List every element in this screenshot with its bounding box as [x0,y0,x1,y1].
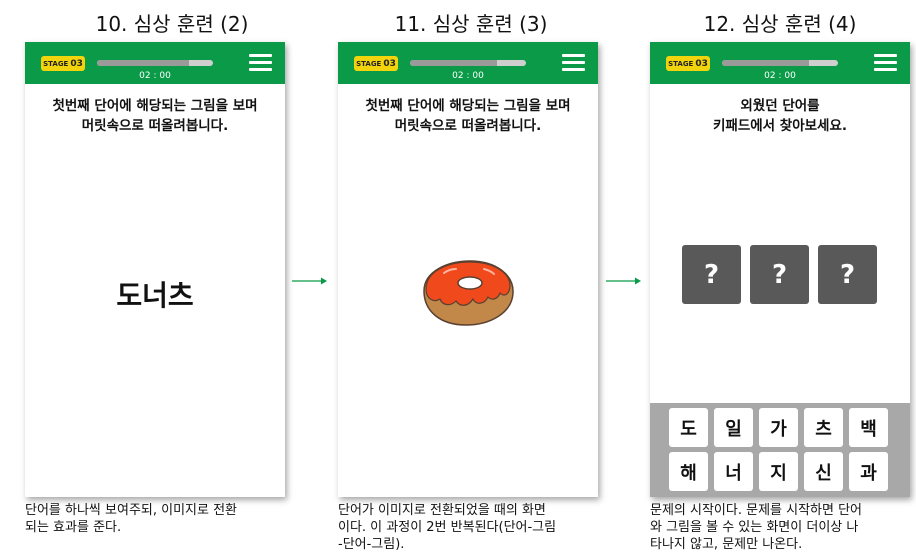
instruction-line-1: 첫번째 단어에 해당되는 그림을 보며 [52,98,258,114]
caption-line: 되는 효과를 준다. [25,520,122,535]
arrow-right-icon [606,277,641,285]
keypad-key[interactable]: 지 [759,452,798,491]
caption-line: 단어가 이미지로 전환되었을 때의 화면 [338,503,546,518]
instruction-text: 첫번째 단어에 해당되는 그림을 보며 머릿속으로 떠올려봅니다. [25,96,285,136]
answer-slots: ? ? ? [682,245,877,304]
caption-11: 단어가 이미지로 전환되었을 때의 화면 이다. 이 과정이 2번 반복된다(단… [338,502,600,553]
progress-fill [722,60,809,66]
phone-screen-word: STAGE 03 02 : 00 첫번째 단어에 해당되는 그림을 보며 머릿속… [25,42,285,497]
caption-line: 와 그림을 볼 수 있는 화면이 더이상 나 [650,520,859,535]
hamburger-menu-icon[interactable] [562,54,585,71]
top-bar: STAGE 03 02 : 00 [650,42,910,84]
answer-slot[interactable]: ? [818,245,877,304]
stage-label: STAGE [668,59,694,68]
panel-title-11: 11. 심상 훈련 (3) [394,12,548,36]
keypad-key[interactable]: 해 [669,452,708,491]
progress-fill [97,60,189,66]
keypad-key[interactable]: 백 [849,408,888,447]
top-bar: STAGE 03 02 : 00 [25,42,285,84]
letter-keypad: 도 일 가 츠 백 해 너 지 신 과 [650,403,910,497]
answer-slot[interactable]: ? [682,245,741,304]
hamburger-menu-icon[interactable] [874,54,897,71]
timer-text: 02 : 00 [764,71,796,81]
timer-progress-bar [97,60,213,66]
stage-number: 03 [383,58,396,69]
timer-progress-bar [722,60,838,66]
instruction-text: 첫번째 단어에 해당되는 그림을 보며 머릿속으로 떠올려봅니다. [338,96,598,136]
timer-text: 02 : 00 [452,71,484,81]
instruction-line-1: 첫번째 단어에 해당되는 그림을 보며 [365,98,571,114]
timer-progress-bar [410,60,526,66]
panel-title-10: 10. 심상 훈련 (2) [95,12,249,36]
arrow-right-icon [292,277,327,285]
panel-title-12: 12. 심상 훈련 (4) [703,12,857,36]
keypad-key[interactable]: 너 [714,452,753,491]
keypad-key[interactable]: 도 [669,408,708,447]
instruction-line-2: 머릿속으로 떠올려봅니다. [81,118,229,134]
caption-line: 이다. 이 과정이 2번 반복된다(단어-그림 [338,520,557,535]
stage-number: 03 [695,58,708,69]
stage-number: 03 [70,58,83,69]
keypad-key[interactable]: 신 [804,452,843,491]
phone-screen-quiz: STAGE 03 02 : 00 외웠던 단어를 키패드에서 찾아보세요. ? … [650,42,910,497]
donut-icon [423,260,514,326]
timer-text: 02 : 00 [139,71,171,81]
top-bar: STAGE 03 02 : 00 [338,42,598,84]
progress-fill [410,60,497,66]
keypad-key[interactable]: 츠 [804,408,843,447]
caption-line: 문제의 시작이다. 문제를 시작하면 단어 [650,503,863,518]
instruction-line-2: 키패드에서 찾아보세요. [712,118,848,134]
stage-badge: STAGE 03 [41,56,85,71]
instruction-text: 외웠던 단어를 키패드에서 찾아보세요. [650,96,910,136]
stage-label: STAGE [43,59,69,68]
target-word: 도너츠 [116,279,194,312]
answer-slot[interactable]: ? [750,245,809,304]
stage-badge: STAGE 03 [666,56,710,71]
phone-screen-image: STAGE 03 02 : 00 첫번째 단어에 해당되는 그림을 보며 머릿속… [338,42,598,497]
caption-10: 단어를 하나씩 보여주되, 이미지로 전환 되는 효과를 준다. [25,502,287,536]
caption-line: 단어를 하나씩 보여주되, 이미지로 전환 [25,503,238,518]
caption-line: 타나지 않고, 문제만 나온다. [650,537,803,552]
caption-line: -단어-그림). [338,537,405,552]
instruction-line-1: 외웠던 단어를 [740,98,820,114]
stage-badge: STAGE 03 [354,56,398,71]
keypad-key[interactable]: 가 [759,408,798,447]
stage-label: STAGE [356,59,382,68]
caption-12: 문제의 시작이다. 문제를 시작하면 단어 와 그림을 볼 수 있는 화면이 더… [650,502,912,553]
instruction-line-2: 머릿속으로 떠올려봅니다. [394,118,542,134]
hamburger-menu-icon[interactable] [249,54,272,71]
keypad-key[interactable]: 일 [714,408,753,447]
keypad-key[interactable]: 과 [849,452,888,491]
